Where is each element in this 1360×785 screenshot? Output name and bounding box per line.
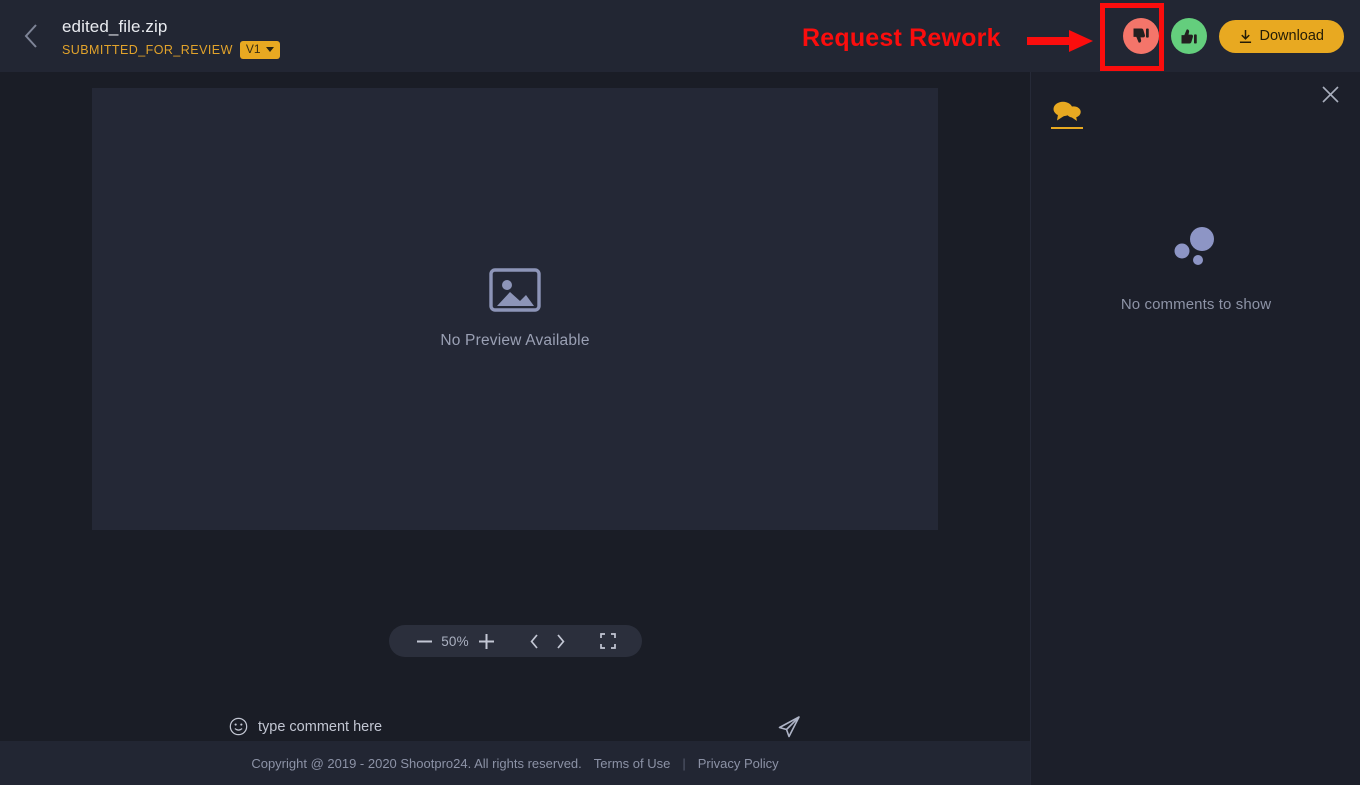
terms-of-use-link[interactable]: Terms of Use bbox=[594, 756, 671, 771]
file-review-page: edited_file.zip SUBMITTED_FOR_REVIEW V1 bbox=[0, 0, 1360, 785]
download-label: Download bbox=[1260, 28, 1325, 44]
privacy-policy-link[interactable]: Privacy Policy bbox=[698, 756, 779, 771]
close-panel-button[interactable] bbox=[1316, 80, 1344, 108]
request-rework-button[interactable] bbox=[1123, 18, 1159, 54]
approve-button[interactable] bbox=[1171, 18, 1207, 54]
previous-page-button[interactable] bbox=[521, 634, 547, 649]
thumbs-down-icon bbox=[1131, 26, 1151, 46]
chevron-right-icon bbox=[556, 634, 565, 649]
version-label: V1 bbox=[246, 43, 261, 56]
arrow-right-icon bbox=[1027, 29, 1093, 53]
status-badge: SUBMITTED_FOR_REVIEW bbox=[62, 43, 233, 57]
header-actions: Download bbox=[1123, 0, 1360, 72]
close-icon bbox=[1322, 86, 1339, 103]
comments-panel: No comments to show bbox=[1030, 72, 1360, 785]
comments-icon bbox=[1052, 100, 1082, 122]
preview-stage: No Preview Available 50% bbox=[0, 72, 1030, 741]
thumbs-up-icon bbox=[1179, 26, 1199, 46]
chevron-left-icon bbox=[530, 634, 539, 649]
download-button[interactable]: Download bbox=[1219, 20, 1345, 53]
no-preview-label: No Preview Available bbox=[440, 332, 589, 350]
comments-empty-state: No comments to show bbox=[1031, 222, 1360, 313]
preview-canvas: No Preview Available bbox=[92, 88, 938, 530]
page-footer: Copyright @ 2019 - 2020 Shootpro24. All … bbox=[0, 741, 1030, 785]
zoom-in-button[interactable] bbox=[473, 634, 499, 649]
zoom-toolbar: 50% bbox=[389, 625, 642, 657]
version-selector[interactable]: V1 bbox=[240, 41, 280, 59]
image-placeholder-icon bbox=[489, 268, 541, 312]
send-icon[interactable] bbox=[777, 715, 801, 738]
smiley-icon[interactable] bbox=[229, 717, 248, 736]
file-title-block: edited_file.zip SUBMITTED_FOR_REVIEW V1 bbox=[62, 0, 280, 73]
app-header: edited_file.zip SUBMITTED_FOR_REVIEW V1 bbox=[0, 0, 1360, 72]
zoom-out-button[interactable] bbox=[411, 640, 437, 643]
chevron-down-icon bbox=[266, 47, 274, 52]
no-comments-label: No comments to show bbox=[1121, 296, 1271, 313]
fullscreen-icon bbox=[600, 633, 616, 649]
annotation-label: Request Rework bbox=[802, 24, 1001, 53]
chevron-left-icon bbox=[23, 23, 39, 49]
copyright-text: Copyright @ 2019 - 2020 Shootpro24. All … bbox=[251, 756, 581, 771]
zoom-level-label: 50% bbox=[437, 634, 473, 649]
minus-icon bbox=[417, 640, 432, 643]
comment-input[interactable] bbox=[248, 719, 777, 735]
plus-icon bbox=[479, 634, 494, 649]
tab-active-underline bbox=[1051, 127, 1083, 129]
footer-separator: | bbox=[682, 756, 685, 771]
bubbles-icon bbox=[1168, 222, 1224, 268]
back-button[interactable] bbox=[0, 0, 62, 72]
next-page-button[interactable] bbox=[547, 634, 573, 649]
download-icon bbox=[1239, 29, 1252, 44]
tab-comments[interactable] bbox=[1051, 100, 1083, 129]
file-status-row: SUBMITTED_FOR_REVIEW V1 bbox=[62, 41, 280, 59]
fullscreen-button[interactable] bbox=[595, 633, 621, 649]
file-name: edited_file.zip bbox=[62, 16, 280, 38]
